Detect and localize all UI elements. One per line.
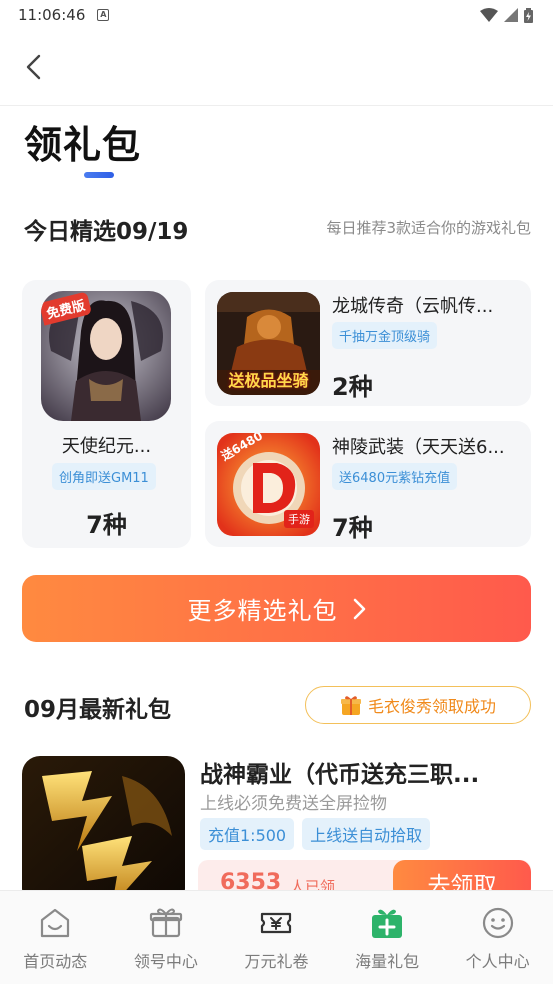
game-tag: 上线送自动拾取 <box>302 818 431 850</box>
game-title[interactable]: 战神霸业（代币送充三职... <box>200 755 530 789</box>
wifi-icon <box>480 8 498 22</box>
title-underline <box>84 172 114 178</box>
bottom-tab-bar: 首页动态 领号中心 万元礼卷 海量礼包 个人中心 <box>0 890 553 984</box>
featured-gift-count: 7种 <box>86 511 127 539</box>
game-description: 上线必须免费送全屏捡物 <box>200 794 387 814</box>
featured-game-tag: 创角即送GM11 <box>52 463 156 490</box>
status-bar: 11:06:46 A <box>0 0 553 30</box>
tab-label: 万元礼卷 <box>244 952 309 971</box>
notification-icon: A <box>97 9 110 21</box>
tab-label: 个人中心 <box>465 952 530 971</box>
tab-label: 海量礼包 <box>355 952 420 971</box>
battery-icon <box>524 7 533 23</box>
game-card-shenling[interactable]: 送6480 手游 神陵武装（天天送6... 送6480元紫钻充值 7种 <box>205 421 531 547</box>
more-gifts-label: 更多精选礼包 <box>187 597 338 625</box>
game-icon-shenling: 送6480 手游 <box>217 433 320 536</box>
home-face-icon <box>37 905 73 941</box>
tab-label: 领号中心 <box>133 952 198 971</box>
gift-green-icon <box>369 905 405 941</box>
mobile-game-badge: 手游 <box>284 510 314 528</box>
tab-profile[interactable]: 个人中心 <box>442 891 553 984</box>
game-name: 龙城传奇（云帆传... <box>332 296 494 317</box>
smiley-icon <box>480 905 516 941</box>
page-title: 领礼包 <box>24 123 142 167</box>
back-button[interactable] <box>18 52 48 82</box>
game-banner-text: 送极品坐骑 <box>228 371 309 390</box>
game-name: 神陵武装（天天送6... <box>332 437 505 458</box>
game-tag: 千抽万金顶级骑 <box>332 322 438 349</box>
chevron-right-icon <box>352 598 366 620</box>
game-icon-longcheng: 送极品坐骑 <box>217 292 320 395</box>
navigation-bar <box>0 30 553 106</box>
game-card-longcheng[interactable]: 送极品坐骑 龙城传奇（云帆传... 千抽万金顶级骑 2种 <box>205 280 531 406</box>
today-heading: 今日精选09/19 <box>24 219 189 245</box>
gift-icon <box>340 694 362 716</box>
status-indicators <box>480 7 533 23</box>
claim-success-text: 毛衣俊秀领取成功 <box>367 697 496 716</box>
today-subtitle: 每日推荐3款适合你的游戏礼包 <box>326 219 531 237</box>
gift-count: 7种 <box>332 514 373 542</box>
tab-account-center[interactable]: 领号中心 <box>111 891 222 984</box>
gift-outline-icon <box>148 905 184 941</box>
tab-gift-packs[interactable]: 海量礼包 <box>332 891 443 984</box>
status-time: 11:06:46 <box>18 6 86 24</box>
tab-coupons[interactable]: 万元礼卷 <box>221 891 332 984</box>
signal-icon <box>504 8 518 22</box>
tab-home[interactable]: 首页动态 <box>0 891 111 984</box>
featured-game-name: 天使纪元... <box>61 436 152 457</box>
claim-success-notice: 毛衣俊秀领取成功 <box>305 686 531 724</box>
game-icon-angel: 免费版 <box>41 291 171 421</box>
game-icon-zhanshen[interactable] <box>22 756 185 906</box>
tab-label: 首页动态 <box>23 952 88 971</box>
more-gifts-button[interactable]: 更多精选礼包 <box>22 575 531 642</box>
game-tags: 充值1:500 上线送自动拾取 <box>200 818 431 850</box>
monthly-heading: 09月最新礼包 <box>24 697 172 723</box>
game-tag: 充值1:500 <box>200 818 295 850</box>
ticket-yen-icon <box>258 905 294 941</box>
gift-count: 2种 <box>332 373 373 401</box>
chevron-left-icon <box>26 54 41 80</box>
game-tag: 送6480元紫钻充值 <box>332 463 458 490</box>
